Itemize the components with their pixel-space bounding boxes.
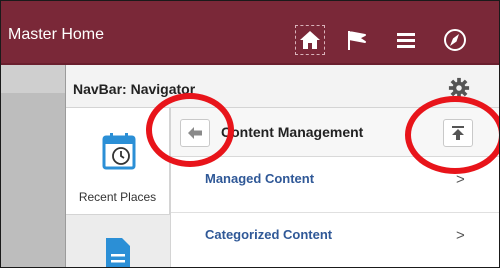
calendar-clock-icon — [102, 133, 136, 170]
content-title: Content Management — [221, 124, 364, 140]
compass-icon[interactable] — [441, 26, 469, 54]
list-item-categorized-content[interactable]: Categorized Content > — [171, 213, 499, 267]
app-header: Master Home — [1, 1, 499, 65]
document-icon[interactable] — [106, 238, 130, 268]
list-item-label: Managed Content — [205, 171, 315, 186]
screenshot-frame: Master Home NavBar: Navigator Recent Pla… — [0, 0, 500, 268]
annotation-circle-top — [405, 96, 499, 174]
chevron-right-icon: > — [456, 227, 465, 244]
menu-icon[interactable] — [392, 26, 420, 54]
annotation-circle-back — [146, 93, 234, 167]
rail-item-label: Recent Places — [78, 190, 157, 204]
list-item-label: Categorized Content — [205, 227, 333, 242]
flag-icon[interactable] — [343, 26, 371, 54]
home-icon[interactable] — [296, 26, 324, 54]
header-title: Master Home — [8, 26, 105, 43]
background-overlay — [1, 65, 65, 267]
background-overlay-top — [1, 65, 65, 93]
